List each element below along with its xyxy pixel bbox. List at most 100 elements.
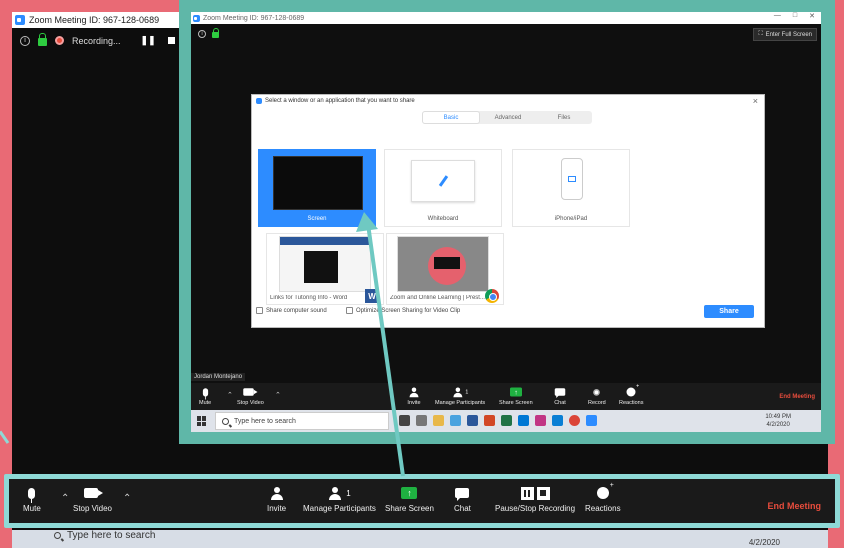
zoom-taskbar-icon[interactable] (586, 415, 597, 426)
tab-basic[interactable]: Basic (422, 111, 480, 124)
iphone-tile-label: iPhone/iPad (554, 216, 588, 222)
mute-label: Mute (23, 504, 41, 513)
inner-reactions-label: Reactions (619, 400, 644, 406)
lock-icon[interactable] (212, 28, 219, 38)
pencil-icon (438, 175, 448, 187)
tab-advanced[interactable]: Advanced (480, 111, 536, 124)
tab-files[interactable]: Files (536, 111, 592, 124)
chat-icon (455, 488, 470, 501)
excel-icon[interactable] (501, 415, 512, 426)
info-icon[interactable]: i (20, 35, 30, 46)
add-person-icon (409, 387, 420, 397)
inner-taskbar: Type here to search 10:49 PM 4/2/2020 (191, 410, 821, 432)
inner-chat-button[interactable]: Chat (553, 386, 567, 406)
share-tile-word-app[interactable]: Links for Tutoring Info - Word W (266, 233, 384, 305)
word-icon[interactable] (467, 415, 478, 426)
optimize-checkbox[interactable] (346, 307, 353, 314)
windows-icon[interactable] (197, 416, 207, 426)
participants-count: 1 (346, 488, 351, 498)
inner-share-screen-button[interactable]: ↑ Share Screen (499, 386, 533, 406)
inner-zoom-window: Zoom Meeting ID: 967-128-0689 — □ ✕ i ⛶ … (191, 12, 821, 432)
search-icon (54, 532, 61, 539)
inner-audio-chevron-icon[interactable]: ⌃ (227, 391, 233, 399)
maximize-icon[interactable]: □ (793, 12, 797, 20)
inner-reactions-button[interactable]: Reactions (619, 384, 644, 406)
invite-label: Invite (267, 504, 287, 513)
inner-chat-label: Chat (554, 400, 566, 406)
file-explorer-icon[interactable] (433, 415, 444, 426)
inner-end-meeting-button[interactable]: End Meeting (779, 394, 815, 400)
pause-stop-recording-button[interactable]: Pause/Stop Recording (495, 485, 575, 513)
share-sound-checkbox[interactable] (256, 307, 263, 314)
optimize-video-option[interactable]: Optimize Screen Sharing for Video Clip (346, 307, 460, 314)
pause-icon (520, 486, 534, 500)
stop-video-button[interactable]: Stop Video (73, 485, 112, 513)
pause-recording-button[interactable]: ❚❚ (141, 35, 156, 46)
inner-taskbar-search[interactable]: Type here to search (215, 412, 389, 430)
zoom-logo-icon (256, 98, 262, 104)
word-doc-thumbnail (279, 236, 371, 292)
inner-video-chevron-icon[interactable]: ⌃ (275, 391, 281, 399)
inner-invite-button[interactable]: Invite (407, 386, 421, 406)
share-tile-chrome-app[interactable]: Zoom and Online Learning | Prest... (386, 233, 504, 305)
dialog-title-text: Select a window or an application that y… (265, 98, 415, 104)
mute-button[interactable]: Mute (23, 485, 41, 513)
chrome-icon[interactable] (569, 415, 580, 426)
presentation-thumbnail (397, 236, 489, 292)
share-tile-iphone-ipad[interactable]: iPhone/iPad (512, 149, 630, 227)
inner-meeting-toolbar: Mute ⌃ Stop Video ⌃ Invite 1 Manage Part… (191, 383, 821, 410)
share-screen-icon: ↑ (509, 387, 522, 397)
dialog-close-icon[interactable]: × (753, 96, 758, 106)
store-icon[interactable] (450, 415, 461, 426)
inner-mute-button[interactable]: Mute (199, 386, 211, 406)
info-icon[interactable]: i (198, 30, 206, 38)
mail-icon[interactable] (518, 415, 529, 426)
powerpoint-icon[interactable] (484, 415, 495, 426)
task-view-icon[interactable] (399, 415, 410, 426)
outer-search-placeholder: Type here to search (67, 530, 156, 541)
audio-options-chevron-icon[interactable]: ⌃ (61, 493, 69, 504)
inner-manage-participants-button[interactable]: 1 Manage Participants (435, 386, 485, 406)
close-icon[interactable]: ✕ (809, 12, 815, 20)
inner-manage-participants-label: Manage Participants (435, 400, 486, 406)
reactions-button[interactable]: Reactions (585, 482, 621, 513)
add-person-icon (270, 486, 284, 500)
edge-icon[interactable] (552, 415, 563, 426)
inner-meeting-info: i (198, 28, 219, 38)
inner-mute-label: Mute (199, 400, 212, 406)
outer-titlebar: Zoom Meeting ID: 967-128-0689 (12, 12, 184, 28)
chat-button[interactable]: Chat (454, 485, 471, 513)
taskbar-app-icon[interactable] (535, 415, 546, 426)
share-screen-button[interactable]: ↑ Share Screen (385, 485, 434, 513)
outer-taskbar-search[interactable]: Type here to search (54, 530, 155, 541)
inner-titlebar: Zoom Meeting ID: 967-128-0689 — □ ✕ (191, 12, 821, 24)
outer-meeting-toolbar: Mute ⌃ Stop Video ⌃ Invite 1 Manage Part… (9, 479, 835, 523)
share-button[interactable]: Share (704, 305, 754, 318)
share-computer-sound-option[interactable]: Share computer sound (256, 307, 327, 314)
video-options-chevron-icon[interactable]: ⌃ (123, 493, 131, 504)
share-tile-whiteboard[interactable]: Whiteboard (384, 149, 502, 227)
lock-icon[interactable] (38, 33, 47, 46)
taskbar-app-icon[interactable] (416, 415, 427, 426)
inner-stop-video-button[interactable]: Stop Video (237, 386, 264, 406)
inner-taskbar-clock[interactable]: 10:49 PM 4/2/2020 (765, 413, 791, 429)
manage-participants-button[interactable]: 1 Manage Participants (303, 485, 376, 513)
share-screen-dialog: Select a window or an application that y… (251, 94, 765, 328)
share-screen-icon: ↑ (401, 487, 418, 499)
inner-record-button[interactable]: Record (588, 386, 606, 406)
inner-window-title: Zoom Meeting ID: 967-128-0689 (203, 14, 305, 22)
share-tile-screen[interactable]: Screen (258, 149, 376, 227)
share-sound-label: Share computer sound (266, 307, 327, 314)
end-meeting-button[interactable]: End Meeting (768, 501, 822, 511)
inner-taskbar-date: 4/2/2020 (766, 422, 790, 428)
word-icon: W (365, 289, 379, 303)
outer-taskbar: Type here to search 4/2/2020 (12, 530, 828, 548)
stop-recording-button[interactable] (167, 37, 175, 44)
invite-button[interactable]: Invite (267, 485, 286, 513)
enter-full-screen-button[interactable]: ⛶ Enter Full Screen (753, 28, 817, 41)
minimize-icon[interactable]: — (774, 12, 781, 20)
participants-icon (452, 387, 463, 397)
dialog-title: Select a window or an application that y… (256, 98, 415, 104)
window-controls: — □ ✕ (774, 12, 815, 20)
enter-full-screen-label: Enter Full Screen (765, 31, 812, 38)
